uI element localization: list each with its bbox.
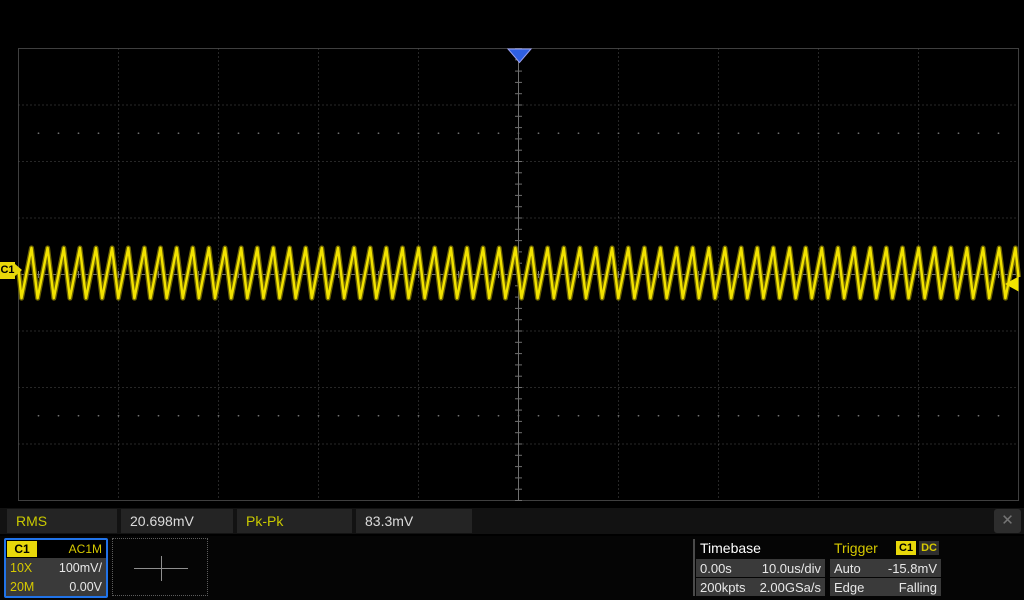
measurement-bar: RMS 20.698mV Pk-Pk 83.3mV ✕ [0,508,1024,534]
channel1-scale-row: 10X 100mV/ [6,558,106,577]
trigger-coupling: DC [919,541,939,555]
trigger-source-chip: C1 [896,541,916,555]
trigger-slope: Falling [899,580,937,595]
trigger-panel[interactable]: Trigger C1 DC Auto -15.8mV Edge Falling [830,538,941,596]
channel1-offset-row: 20M 0.00V [6,577,106,596]
channel1-bandwidth: 20M [10,580,34,594]
channel1-waveform-trace [19,248,1019,298]
channel1-volts-per-div: 100mV/ [59,561,102,575]
trigger-level: -15.8mV [888,561,937,576]
timebase-sample-rate: 2.00GSa/s [760,580,821,595]
trigger-source-group: C1 DC [896,541,941,555]
oscilloscope-screen: C1 RMS 20.698mV Pk-Pk 83.3mV ✕ C1 AC1M 1… [0,0,1024,600]
add-trace-button[interactable] [112,538,208,596]
close-icon: ✕ [1001,512,1014,529]
trigger-row-1: Auto -15.8mV [830,559,941,577]
trigger-type: Edge [834,580,864,595]
measurement-1-label[interactable]: RMS [7,509,117,533]
channel1-coupling: AC1M [69,541,102,557]
measurement-2-label[interactable]: Pk-Pk [237,509,352,533]
waveform-display[interactable] [0,0,1024,536]
channel1-info-box[interactable]: C1 AC1M 10X 100mV/ 20M 0.00V [4,538,108,598]
channel1-position-label: C1 [0,264,14,276]
close-measurements-button[interactable]: ✕ [994,509,1021,533]
trigger-title: Trigger [830,538,878,558]
trigger-row-2: Edge Falling [830,578,941,596]
timebase-points: 200kpts [700,580,746,595]
bottom-status-bar: C1 AC1M 10X 100mV/ 20M 0.00V Timebase 0.… [0,536,1024,600]
timebase-panel[interactable]: Timebase 0.00s 10.0us/div 200kpts 2.00GS… [696,538,825,596]
trigger-header: Trigger C1 DC [830,538,941,558]
channel1-header-row: C1 AC1M [6,540,106,558]
trigger-position-marker-icon[interactable] [508,49,531,63]
measurement-1-value: 20.698mV [121,509,233,533]
timebase-row-2: 200kpts 2.00GSa/s [696,578,825,596]
channel1-offset: 0.00V [69,580,102,594]
plus-icon [161,556,162,581]
measurement-2-value: 83.3mV [356,509,472,533]
panel-divider [693,539,695,596]
trigger-mode: Auto [834,561,861,576]
timebase-scale: 10.0us/div [762,561,821,576]
timebase-title: Timebase [696,538,825,558]
channel1-name-chip[interactable]: C1 [7,541,37,557]
timebase-delay: 0.00s [700,561,732,576]
channel1-position-marker[interactable]: C1 [0,262,15,279]
timebase-row-1: 0.00s 10.0us/div [696,559,825,577]
channel1-probe: 10X [10,561,32,575]
